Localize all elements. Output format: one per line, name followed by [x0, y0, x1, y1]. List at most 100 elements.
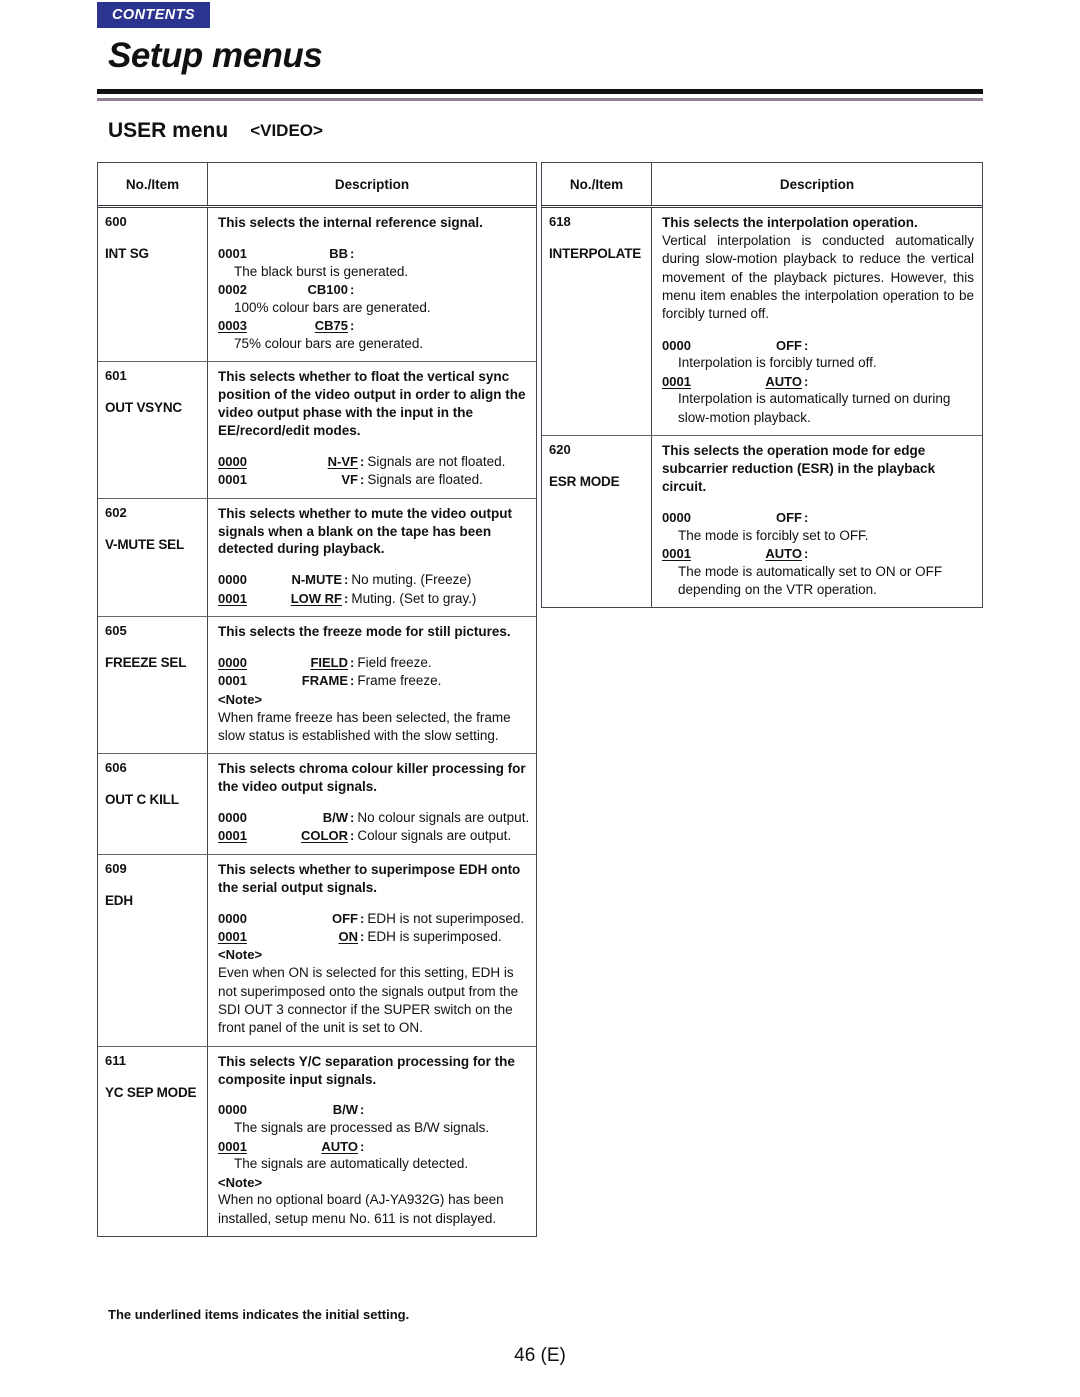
note-text: Even when ON is selected for this settin…	[218, 965, 519, 1036]
table-header-row: No./Item Description	[98, 163, 536, 208]
option-text: No muting. (Freeze)	[351, 572, 472, 588]
option-description: The mode is automatically set to ON or O…	[678, 563, 943, 598]
user-menu-table-right: No./Item Description 618 INTERPOLATE This …	[541, 162, 983, 609]
note-label: <Note>	[218, 1174, 263, 1190]
option-colon: :	[360, 1102, 365, 1118]
option-value: N-MUTE	[291, 572, 342, 588]
option-text: Signals are floated.	[367, 472, 483, 488]
option-list: 0000 OFF: Interpolation is forcibly turned…	[662, 337, 974, 427]
option-text: Colour signals are output.	[357, 828, 512, 844]
option-text: Signals are not floated.	[367, 453, 506, 469]
option-value: COLOR	[301, 828, 348, 844]
option-row: 0002 CB100:	[218, 281, 528, 299]
description-heading: This selects the freeze mode for still p…	[218, 624, 511, 640]
option-colon: :	[360, 910, 365, 926]
option-code: 0000	[662, 337, 691, 353]
menu-number: 620	[549, 442, 571, 458]
menu-number: 609	[105, 860, 127, 876]
option-row: 0000 N-MUTE: No muting. (Freeze)	[218, 571, 528, 589]
option-row: 0000 FIELD: Field freeze.	[218, 654, 528, 672]
option-value: OFF	[332, 910, 358, 926]
option-row: 0000 N-VF: Signals are not floated.	[218, 453, 528, 471]
option-code: 0001	[218, 1138, 247, 1154]
menu-item-name: OUT VSYNC	[105, 400, 182, 416]
page-number: 46 (E)	[514, 1345, 566, 1366]
menu-description-cell: This selects whether to mute the video o…	[208, 499, 536, 617]
option-code: 0000	[218, 572, 247, 588]
option-code: 0000	[218, 655, 247, 671]
option-list: 0000 B/W: The signals are processed as B/W…	[218, 1101, 528, 1173]
option-code: 0000	[218, 910, 247, 926]
option-code: 0002	[218, 281, 247, 297]
menu-item-name: YC SEP MODE	[105, 1084, 197, 1100]
user-menu-table-left: No./Item Description 600 INT SG This selec…	[97, 162, 537, 1237]
menu-description-cell: This selects whether to float the vertic…	[208, 362, 536, 498]
option-row: 0001 COLOR: Colour signals are output.	[218, 827, 529, 845]
section-heading-main: USER menu	[108, 119, 229, 142]
menu-number-cell: 605 FREEZE SEL	[98, 617, 208, 754]
menu-item-name: V-MUTE SEL	[105, 536, 185, 552]
menu-number-cell: 611 YC SEP MODE	[98, 1046, 208, 1236]
option-value: AUTO	[765, 373, 802, 389]
description-heading: This selects the operation mode for edge…	[662, 443, 936, 495]
option-colon: :	[804, 373, 809, 389]
menu-number: 618	[549, 214, 571, 229]
section-heading-sub: <VIDEO>	[250, 121, 323, 140]
menu-item-name: EDH	[105, 892, 133, 908]
menu-item-name: OUT C KILL	[105, 792, 179, 808]
menu-description-cell: This selects chroma colour killer proces…	[208, 754, 537, 854]
description-heading: This selects the internal reference sign…	[218, 215, 483, 230]
option-row: 0001 ON: EDH is superimposed.	[218, 928, 528, 946]
section-heading: USER menu <VIDEO>	[108, 119, 323, 143]
option-code: 0001	[662, 546, 691, 562]
description-heading: This selects whether to superimpose EDH …	[218, 861, 521, 895]
option-text: EDH is superimposed.	[367, 929, 502, 945]
option-colon: :	[804, 510, 809, 526]
description-heading: This selects whether to float the vertic…	[218, 369, 526, 438]
option-row: 0000 B/W:	[218, 1101, 528, 1119]
header-rule-thick	[97, 89, 983, 94]
menu-number-cell: 602 V-MUTE SEL	[98, 498, 208, 617]
option-row: 0001 VF: Signals are floated.	[218, 471, 528, 489]
menu-description-cell: This selects the interpolation operation…	[652, 208, 982, 435]
option-list: 0000 OFF: EDH is not superimposed. 0001 ON: E…	[218, 910, 528, 947]
option-code: 0000	[218, 1102, 247, 1118]
menu-description-cell: This selects the operation mode for edge…	[652, 436, 982, 607]
option-list: 0000 FIELD: Field freeze. 0001 FRAME: Frame f…	[218, 654, 528, 691]
option-code: 0003	[218, 318, 247, 334]
option-code: 0001	[218, 472, 247, 488]
option-colon: :	[344, 590, 349, 606]
option-list: 0000 N-VF: Signals are not floated. 0001 VF:…	[218, 453, 528, 490]
table-row: 606 OUT C KILL This selects chroma colour …	[98, 753, 536, 854]
table-row: 605 FREEZE SEL This selects the freeze mod…	[98, 616, 536, 754]
description-heading: This selects the interpolation operation…	[662, 215, 918, 230]
menu-number: 611	[105, 1052, 126, 1068]
menu-number: 605	[105, 623, 127, 639]
menu-description-cell: This selects the freeze mode for still p…	[208, 617, 536, 753]
menu-number: 602	[105, 504, 127, 520]
contents-tab[interactable]: CONTENTS	[97, 2, 210, 28]
option-code: 0001	[218, 245, 247, 261]
table-row: 601 OUT VSYNC This selects whether to floa…	[98, 361, 536, 498]
description-heading: This selects whether to mute the video o…	[218, 505, 513, 557]
option-colon: :	[350, 281, 355, 297]
table-row: 620 ESR MODE This selects the operation mo…	[542, 435, 982, 608]
option-description: 75% colour bars are generated.	[234, 335, 424, 351]
footnote: The underlined items indicates the initi…	[108, 1307, 410, 1322]
option-value: N-VF	[327, 453, 358, 469]
option-colon: :	[360, 1138, 365, 1154]
table-body-right: 618 INTERPOLATE This selects the interpola…	[542, 208, 982, 608]
option-colon: :	[360, 929, 365, 945]
option-row: 0000 OFF: EDH is not superimposed.	[218, 910, 528, 928]
option-code: 0000	[218, 453, 247, 469]
menu-item-name: INT SG	[105, 246, 149, 261]
description-heading: This selects Y/C separation processing f…	[218, 1053, 515, 1087]
option-code: 0000	[218, 810, 247, 826]
menu-number-cell: 601 OUT VSYNC	[98, 362, 208, 498]
option-description: The black burst is generated.	[234, 263, 409, 279]
option-value: OFF	[776, 337, 802, 353]
header-rule-thin	[97, 98, 983, 101]
option-value: AUTO	[765, 546, 802, 562]
option-row: 0000 OFF:	[662, 337, 974, 355]
option-value: OFF	[776, 510, 802, 526]
